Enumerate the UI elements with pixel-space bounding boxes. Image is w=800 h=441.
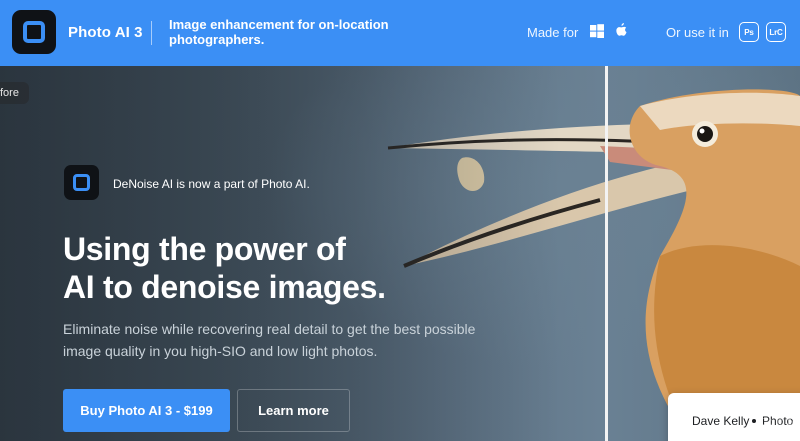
credit-photographer: Dave Kelly <box>692 414 750 428</box>
denoise-notice: DeNoise AI is now a part of Photo AI. <box>113 177 310 191</box>
brand-name[interactable]: Photo AI 3 <box>68 24 143 41</box>
hero-section: fore DeNoise AI is now a part of Photo A… <box>0 66 800 441</box>
credit-separator <box>752 419 756 423</box>
photo-ai-notice-logo <box>64 165 99 200</box>
buy-photo-ai-button[interactable]: Buy Photo AI 3 - $199 <box>63 389 230 432</box>
or-use-label: Or use it in <box>666 25 729 40</box>
lightroom-classic-badge[interactable]: LrC <box>766 22 786 42</box>
headline-line-2: AI to denoise images. <box>63 269 386 305</box>
learn-more-button[interactable]: Learn more <box>237 389 350 432</box>
top-bar: Photo AI 3 Image enhancement for on-loca… <box>0 0 800 66</box>
logo-mark <box>23 21 45 43</box>
apple-icon[interactable] <box>614 22 630 40</box>
hero-subtext: Eliminate noise while recovering real de… <box>63 321 476 359</box>
hero-headline: Using the power of AI to denoise images. <box>63 230 483 306</box>
windows-icon[interactable] <box>589 22 605 40</box>
made-for-label: Made for <box>527 25 579 40</box>
before-label: fore <box>0 82 29 104</box>
headline-line-1: Using the power of <box>63 231 346 267</box>
header-divider <box>151 21 152 45</box>
activate-watermark-sub: Go to S <box>760 417 794 428</box>
logo-mark <box>73 174 90 191</box>
photoshop-badge[interactable]: Ps <box>739 22 759 42</box>
header-tagline: Image enhancement for on-location photog… <box>169 17 389 47</box>
photo-ai-logo[interactable] <box>12 10 56 54</box>
comparison-slider-handle[interactable] <box>605 66 608 441</box>
activate-watermark: Activa <box>760 398 800 415</box>
